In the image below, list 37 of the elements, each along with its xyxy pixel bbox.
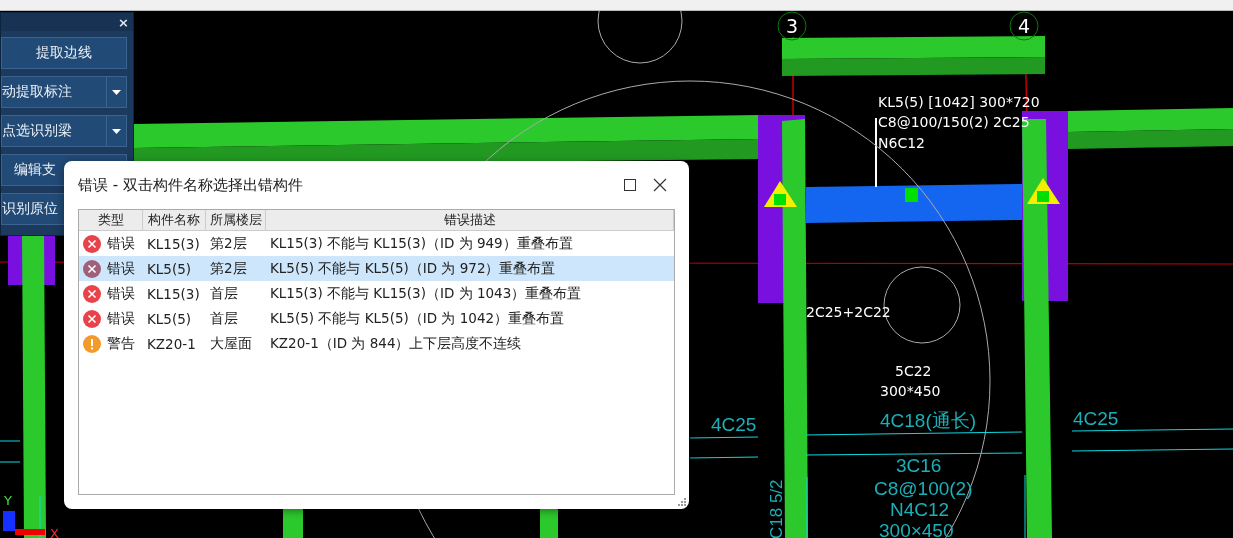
table-cell-text: KL5(5) 不能与 KL5(5)（ID 为 1042）重叠布置 [269,309,566,328]
table-cell-text: KL5(5) [146,310,193,327]
table-cell-text: KZ20-1 [146,335,197,352]
table-cell: 错误 [107,284,135,303]
rebar-annotation: 300*450 [880,383,941,399]
rebar-annotation: N4C12 [890,499,950,520]
table-cell: 错误 [107,259,135,278]
table-cell-text: 首层 [209,309,239,328]
table-cell-text: 大屋面 [209,334,253,353]
table-cell-text: KL15(3) 不能与 KL15(3)（ID 为 949）重叠布置 [269,234,574,253]
rebar-annotation: N6C12 [878,135,925,151]
table-cell-text: 第2层 [209,234,248,253]
table-cell-text: KZ20-1（ID 为 844）上下层高度不连续 [269,334,523,353]
table-cell-text: KL5(5) [146,260,193,277]
rebar-annotation: 4C18(通长) [880,410,977,431]
table-cell-text: 第2层 [209,259,248,278]
table-cell-text: KL15(3) 不能与 KL15(3)（ID 为 1043）重叠布置 [269,284,583,303]
axis-label: X [50,526,59,538]
rebar-annotation: 5C22 [895,363,932,379]
table-cell-text: KL5(5) 不能与 KL5(5)（ID 为 972）重叠布置 [269,259,557,278]
axis-number: 4 [1017,15,1031,37]
table-cell: 错误 [107,309,135,328]
rebar-annotation: C18 5/2 [767,479,786,538]
rebar-annotation: 2C25+2C22 [806,304,891,320]
table-cell: 错误 [107,234,135,253]
table-cell-text: KL15(3) [146,285,201,302]
rebar-annotation: 300×450 [879,520,954,538]
rebar-annotation: C8@100(2) [874,478,973,499]
table-cell-text: KL15(3) [146,235,201,252]
dialog-title: 错误 - 双击构件名称选择出错构件 [78,175,304,195]
axis-label: Y [4,493,12,508]
rebar-annotation: 4C25 [1073,408,1119,429]
table-cell: 警告 [107,334,135,353]
rebar-annotation: 3C16 [896,455,942,476]
table-cell-text: 首层 [209,284,239,303]
axis-number: 3 [785,15,799,37]
rebar-annotation: 4C25 [711,414,757,435]
